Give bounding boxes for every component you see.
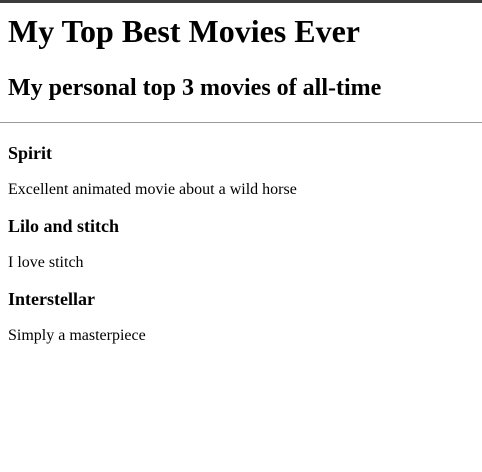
divider: [0, 122, 482, 123]
movie-description: Simply a masterpiece: [8, 327, 146, 344]
page-subtitle: My personal top 3 movies of all-time: [8, 75, 382, 101]
movie-title: Spirit: [8, 143, 53, 163]
movie-description: Excellent animated movie about a wild ho…: [8, 181, 297, 198]
page-content: My Top Best Movies Ever My personal top …: [0, 3, 482, 345]
movie-item: Lilo and stitch I love stitch: [8, 216, 482, 272]
page-title: My Top Best Movies Ever: [8, 13, 360, 49]
movie-item: Spirit Excellent animated movie about a …: [8, 143, 482, 199]
movie-list: Spirit Excellent animated movie about a …: [8, 143, 482, 345]
movie-item: Interstellar Simply a masterpiece: [8, 289, 482, 345]
movie-title: Interstellar: [8, 289, 95, 309]
movie-description: I love stitch: [8, 254, 84, 271]
movie-title: Lilo and stitch: [8, 216, 120, 236]
